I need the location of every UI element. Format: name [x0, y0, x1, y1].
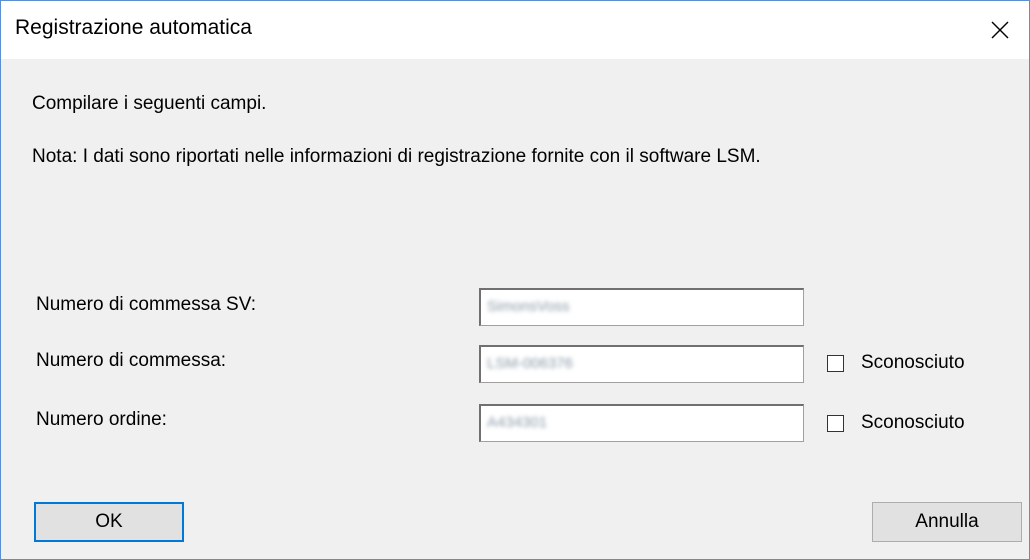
- purchase-order-number-input[interactable]: A434301: [479, 404, 804, 442]
- sv-order-number-value: SimonsVoss: [487, 298, 570, 315]
- purchase-order-number-value: A434301: [487, 414, 548, 431]
- sv-order-number-input[interactable]: SimonsVoss: [479, 288, 804, 326]
- note-text: Nota: I dati sono riportati nelle inform…: [32, 146, 761, 167]
- purchase-order-number-label: Numero ordine:: [36, 409, 167, 430]
- order-number-value: LSM-006376: [487, 355, 573, 372]
- title-bar[interactable]: Registrazione automatica: [1, 1, 1029, 59]
- cancel-button[interactable]: Annulla: [872, 502, 1022, 542]
- dialog-window: Registrazione automatica Compilare i seg…: [0, 0, 1030, 560]
- order-number-input[interactable]: LSM-006376: [479, 345, 804, 383]
- sv-order-number-label: Numero di commessa SV:: [36, 294, 256, 315]
- order-number-unknown-checkbox[interactable]: Sconosciuto: [827, 352, 965, 374]
- close-icon: [991, 21, 1009, 39]
- instruction-text: Compilare i seguenti campi.: [32, 93, 267, 114]
- purchase-order-unknown-checkbox[interactable]: Sconosciuto: [827, 412, 965, 434]
- checkbox-label: Sconosciuto: [861, 352, 965, 373]
- checkbox-label: Sconosciuto: [861, 412, 965, 433]
- checkbox-box[interactable]: [827, 354, 844, 372]
- checkbox-box[interactable]: [827, 414, 844, 432]
- close-button[interactable]: [971, 1, 1029, 59]
- order-number-label: Numero di commessa:: [36, 350, 227, 371]
- dialog-title: Registrazione automatica: [15, 16, 252, 39]
- ok-button[interactable]: OK: [34, 502, 184, 542]
